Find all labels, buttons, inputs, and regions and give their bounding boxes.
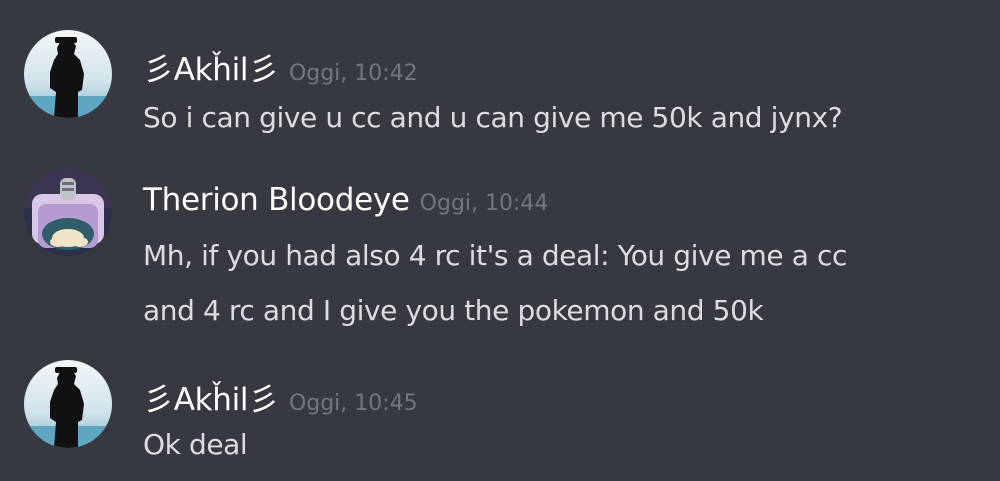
user-avatar[interactable] <box>24 30 112 118</box>
message-author[interactable]: 彡Akȟil彡 <box>143 382 279 418</box>
message-line: Mh, if you had also 4 rc it's a deal: Yo… <box>143 239 847 272</box>
user-avatar[interactable] <box>24 360 112 448</box>
message-timestamp: Oggi, 10:45 <box>288 391 418 416</box>
chat-message-list: 彡Akȟil彡 Oggi, 10:42 So i can give u cc an… <box>0 0 1000 481</box>
user-avatar[interactable] <box>24 168 112 256</box>
message-timestamp: Oggi, 10:44 <box>419 191 549 216</box>
message-content: Mh, if you had also 4 rc it's a deal: Yo… <box>143 228 847 338</box>
message-author[interactable]: Therion Bloodeye <box>143 182 410 218</box>
silhouette-avatar-icon <box>24 30 112 118</box>
snorlax-avatar-icon <box>24 168 112 256</box>
message-content: So i can give u cc and u can give me 50k… <box>143 90 843 145</box>
message-line: So i can give u cc and u can give me 50k… <box>143 101 843 134</box>
message-line: Ok deal <box>143 428 248 461</box>
message-author[interactable]: 彡Akȟil彡 <box>143 52 279 88</box>
message-content: Ok deal <box>143 417 248 472</box>
silhouette-avatar-icon <box>24 360 112 448</box>
message-timestamp: Oggi, 10:42 <box>288 61 418 86</box>
message-line: and 4 rc and I give you the pokemon and … <box>143 294 764 327</box>
